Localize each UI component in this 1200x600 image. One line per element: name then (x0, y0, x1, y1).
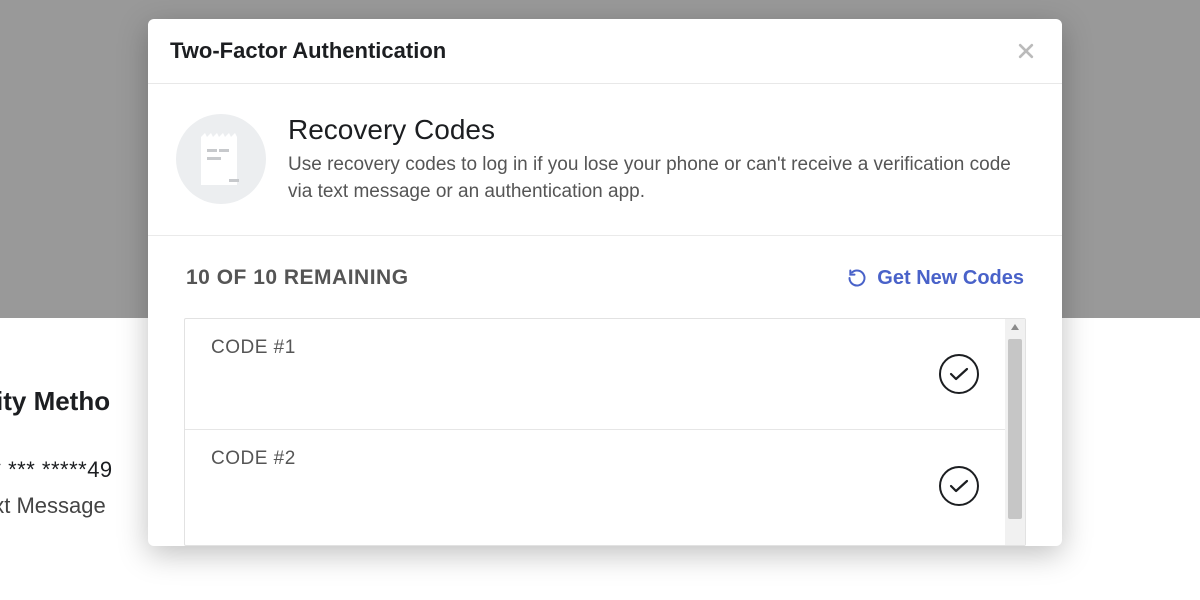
background-heading: urity Metho (0, 386, 113, 417)
modal-intro: Recovery Codes Use recovery codes to log… (148, 84, 1062, 236)
scrollbar-thumb[interactable] (1008, 339, 1022, 519)
codes-list: CODE #1 CODE #2 (185, 319, 1005, 545)
code-row[interactable]: CODE #1 (185, 319, 1005, 430)
notepad-icon (176, 114, 266, 204)
scrollbar[interactable] (1005, 319, 1025, 545)
modal-header: Two-Factor Authentication (148, 19, 1062, 84)
codes-bar: 10 OF 10 REMAINING Get New Codes (184, 266, 1026, 290)
code-row[interactable]: CODE #2 (185, 430, 1005, 541)
close-button[interactable] (1012, 37, 1040, 65)
background-phone-number: +** *** *****49 (0, 457, 113, 483)
codes-list-wrap: CODE #1 CODE #2 (184, 318, 1026, 546)
checkmark-circle-icon (939, 354, 979, 394)
code-label: CODE #1 (211, 337, 296, 359)
close-icon (1016, 41, 1036, 61)
intro-description: Use recovery codes to log in if you lose… (288, 152, 1026, 205)
get-new-codes-button[interactable]: Get New Codes (847, 267, 1024, 290)
two-factor-modal: Two-Factor Authentication Recovery Codes… (148, 19, 1062, 546)
code-label: CODE #2 (211, 448, 296, 470)
intro-heading: Recovery Codes (288, 114, 1026, 146)
codes-remaining: 10 OF 10 REMAINING (186, 266, 409, 290)
background-content: urity Metho +** *** *****49 Text Message (0, 386, 113, 519)
modal-title: Two-Factor Authentication (170, 38, 446, 64)
codes-section: 10 OF 10 REMAINING Get New Codes CODE #1 (148, 236, 1062, 546)
scroll-up-arrow-icon[interactable] (1005, 321, 1025, 333)
checkmark-circle-icon (939, 466, 979, 506)
get-new-codes-label: Get New Codes (877, 267, 1024, 290)
background-method: Text Message (0, 493, 113, 519)
intro-text: Recovery Codes Use recovery codes to log… (288, 114, 1026, 205)
refresh-icon (847, 268, 867, 288)
